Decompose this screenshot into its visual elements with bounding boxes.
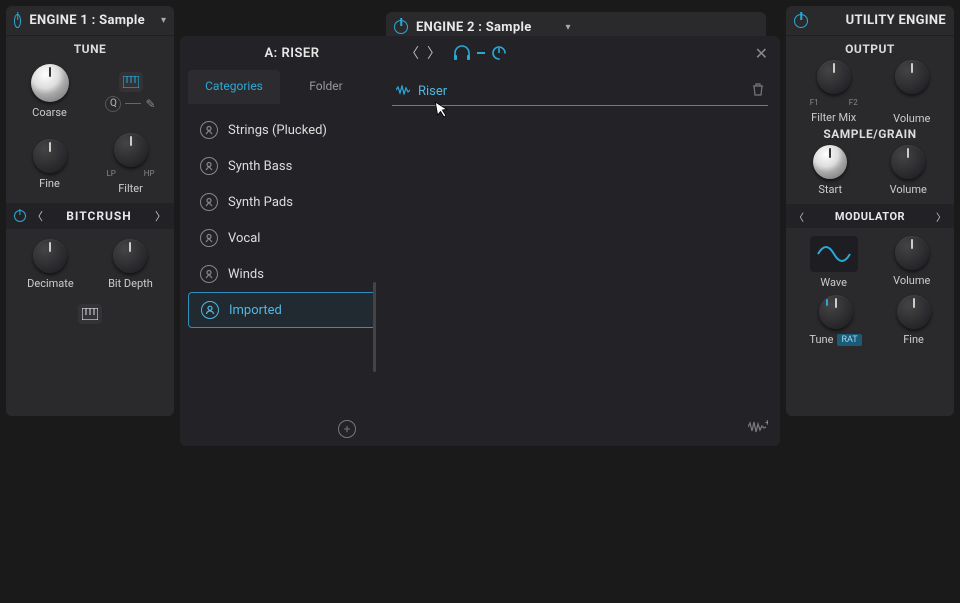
fx-selector-bar: 〈 BITCRUSH 〉 (6, 203, 174, 229)
category-scrollbar[interactable] (373, 282, 376, 372)
modulator-prev-chevron-icon[interactable]: 〈 (794, 209, 804, 224)
bitdepth-knob[interactable] (113, 239, 147, 273)
filter-knob[interactable] (114, 133, 148, 167)
category-item[interactable]: Winds (188, 256, 376, 292)
rate-mode-badge[interactable]: RAT (837, 334, 861, 346)
user-icon (201, 301, 219, 319)
keytrack-icon[interactable] (119, 72, 143, 92)
preset-source-icon (200, 229, 218, 247)
engine2-power-icon[interactable] (394, 20, 408, 34)
browser-left-pane: Categories Folder Strings (Plucked) Synth… (180, 70, 380, 438)
browser-results-pane: Riser (380, 70, 780, 438)
mod-tune-label: Tune (809, 333, 833, 346)
category-item[interactable]: Synth Pads (188, 184, 376, 220)
tune-section-label: TUNE (6, 42, 174, 56)
waveform-icon (396, 85, 410, 98)
browser-next-icon[interactable]: 〉 (424, 41, 444, 65)
utility-power-icon[interactable] (794, 14, 808, 28)
filter-label: Filter (118, 182, 143, 195)
start-label: Start (818, 183, 842, 196)
category-item[interactable]: Imported (188, 292, 376, 328)
fx-prev-chevron-icon[interactable]: 〈 (32, 208, 43, 224)
mod-fine-knob[interactable] (897, 295, 931, 329)
utility-title: UTILITY ENGINE (816, 13, 946, 28)
category-item[interactable]: Strings (Plucked) (188, 112, 376, 148)
engine1-header: ENGINE 1 : Sample ▾ (6, 6, 174, 36)
preset-source-icon (200, 157, 218, 175)
tab-folder[interactable]: Folder (280, 70, 372, 104)
category-item-label: Winds (228, 267, 264, 282)
engine1-dropdown-chevron-icon[interactable]: ▾ (161, 15, 166, 26)
q-label: Q (105, 96, 121, 112)
keyboard-view-icon[interactable] (78, 304, 102, 324)
preset-source-icon (200, 265, 218, 283)
browser-prev-icon[interactable]: 〈 (402, 41, 422, 65)
category-item-label: Strings (Plucked) (228, 123, 327, 138)
preview-controls[interactable] (453, 45, 507, 61)
sample-browser-panel: A: RISER 〈 〉 ✕ Categories Folder (180, 36, 780, 446)
fx-power-icon[interactable] (14, 210, 26, 222)
output-section-label: OUTPUT (792, 42, 948, 56)
utility-engine-panel: UTILITY ENGINE OUTPUT F1F2 Filter Mix Vo… (786, 6, 954, 416)
grain-volume-knob[interactable] (891, 145, 925, 179)
preview-volume-icon[interactable] (491, 45, 507, 61)
category-item[interactable]: Vocal (188, 220, 376, 256)
preset-source-icon (200, 193, 218, 211)
category-list: Strings (Plucked) Synth Bass Synth Pads Voc… (188, 112, 376, 438)
headphones-icon[interactable] (453, 45, 471, 61)
browser-title: A: RISER (192, 46, 392, 61)
engine1-panel: ENGINE 1 : Sample ▾ TUNE Coarse Q (6, 6, 174, 416)
sample-grain-label: SAMPLE/GRAIN (792, 127, 948, 141)
grain-volume-label: Volume (890, 183, 927, 196)
pencil-icon[interactable]: ✎ (145, 97, 155, 111)
mod-tune-knob[interactable] (819, 295, 853, 329)
engine2-title: ENGINE 2 : Sample (416, 20, 532, 35)
decimate-label: Decimate (27, 277, 74, 290)
wave-shape-selector[interactable] (810, 236, 858, 272)
category-item[interactable]: Synth Bass (188, 148, 376, 184)
filter-mix-label: Filter Mix (811, 111, 856, 124)
mod-volume-knob[interactable] (895, 236, 929, 270)
mod-volume-label: Volume (893, 274, 930, 287)
filter-mix-knob[interactable] (817, 60, 851, 94)
modulator-next-chevron-icon[interactable]: 〉 (936, 209, 946, 224)
add-category-button[interactable]: + (338, 420, 356, 438)
f1-f2-labels: F1F2 (810, 98, 858, 107)
fine-label: Fine (39, 177, 60, 190)
wave-label: Wave (820, 276, 847, 289)
category-item-label: Imported (229, 303, 282, 318)
fine-knob[interactable] (33, 139, 67, 173)
engine1-power-icon[interactable] (14, 14, 21, 28)
mod-fine-label: Fine (903, 333, 924, 346)
browser-close-button[interactable]: ✕ (755, 44, 768, 63)
modulator-header: 〈 MODULATOR 〉 (786, 204, 954, 228)
category-item-label: Vocal (228, 231, 260, 246)
decimate-knob[interactable] (33, 239, 67, 273)
output-volume-knob[interactable] (895, 60, 929, 94)
output-volume-label: Volume (893, 112, 930, 125)
filter-lp-hp-labels: LPHP (107, 169, 155, 178)
dash-icon (125, 103, 141, 104)
modulator-name-label: MODULATOR (804, 210, 936, 223)
category-item-label: Synth Bass (228, 159, 292, 174)
coarse-knob[interactable] (31, 64, 69, 102)
engine1-title: ENGINE 1 : Sample (29, 13, 145, 28)
tab-categories[interactable]: Categories (188, 70, 280, 104)
fx-next-chevron-icon[interactable]: 〉 (155, 208, 166, 224)
coarse-label: Coarse (32, 106, 67, 119)
category-item-label: Synth Pads (228, 195, 293, 210)
sample-name: Riser (418, 84, 744, 99)
engine2-dropdown-chevron-icon[interactable]: ▾ (566, 22, 571, 33)
delete-sample-icon[interactable] (752, 83, 764, 100)
preset-source-icon (200, 121, 218, 139)
import-sample-icon[interactable]: + (748, 420, 768, 438)
svg-text:+: + (765, 420, 768, 427)
bitdepth-label: Bit Depth (108, 277, 153, 290)
start-knob[interactable] (813, 145, 847, 179)
fx-name-label: BITCRUSH (43, 209, 155, 223)
